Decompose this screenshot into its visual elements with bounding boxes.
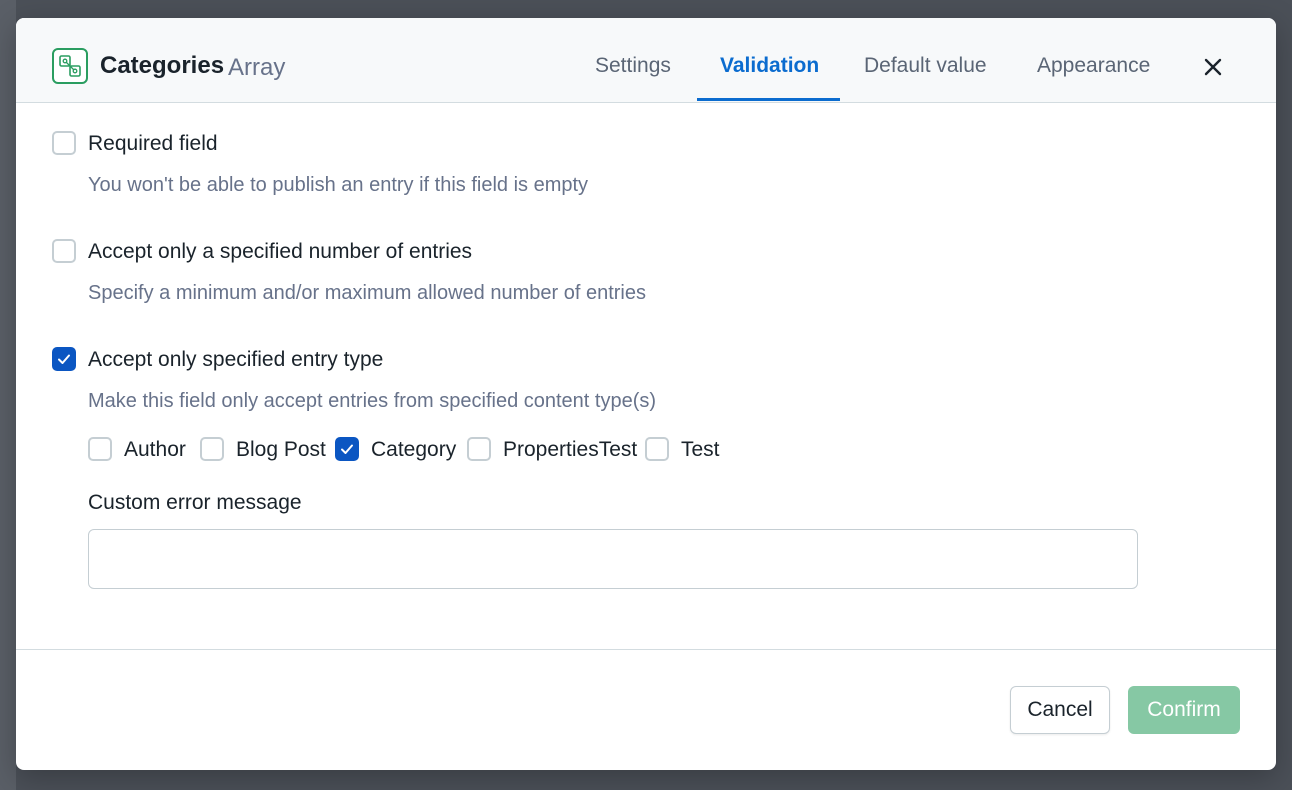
content-type-author-label: Author — [124, 438, 186, 461]
required-field-checkbox[interactable] — [52, 131, 76, 155]
close-icon — [1204, 58, 1222, 76]
required-field-label: Required field — [88, 132, 218, 155]
content-type-test-label: Test — [681, 438, 720, 461]
entries-count-label: Accept only a specified number of entrie… — [88, 240, 473, 263]
cancel-button[interactable]: Cancel — [1010, 686, 1110, 734]
content-type-propertiestest-checkbox[interactable] — [467, 437, 491, 461]
tab-settings[interactable]: Settings — [595, 54, 671, 78]
content-type-blog-post-label: Blog Post — [236, 438, 326, 461]
custom-error-label: Custom error message — [88, 491, 302, 514]
active-tab-indicator — [697, 98, 840, 101]
footer-divider — [16, 649, 1276, 650]
checkmark-icon — [341, 444, 353, 454]
tab-validation[interactable]: Validation — [720, 54, 819, 78]
content-type-category-checkbox[interactable] — [335, 437, 359, 461]
field-name: Categories — [100, 52, 225, 79]
close-button[interactable] — [1198, 52, 1228, 82]
checkmark-icon — [58, 354, 70, 364]
entry-type-label: Accept only specified entry type — [88, 348, 384, 371]
confirm-button[interactable]: Confirm — [1128, 686, 1240, 734]
entry-type-checkbox[interactable] — [52, 347, 76, 371]
modal-header: Categories Array Settings Validation Def… — [16, 18, 1276, 103]
custom-error-input[interactable] — [88, 529, 1138, 589]
field-type: Array — [228, 54, 286, 81]
tab-default-value[interactable]: Default value — [864, 54, 987, 78]
content-type-category-label: Category — [371, 438, 457, 461]
content-type-author-checkbox[interactable] — [88, 437, 112, 461]
backdrop-list-edge — [0, 0, 16, 790]
entries-count-checkbox[interactable] — [52, 239, 76, 263]
content-type-test-checkbox[interactable] — [645, 437, 669, 461]
content-type-propertiestest-label: PropertiesTest — [503, 438, 638, 461]
entries-count-help: Specify a minimum and/or maximum allowed… — [88, 282, 646, 304]
entry-type-help: Make this field only accept entries from… — [88, 390, 657, 412]
field-settings-modal: Categories Array Settings Validation Def… — [16, 18, 1276, 770]
reference-entries-icon — [52, 48, 88, 84]
content-type-blog-post-checkbox[interactable] — [200, 437, 224, 461]
tab-appearance[interactable]: Appearance — [1037, 54, 1150, 78]
required-field-help: You won't be able to publish an entry if… — [88, 174, 589, 196]
